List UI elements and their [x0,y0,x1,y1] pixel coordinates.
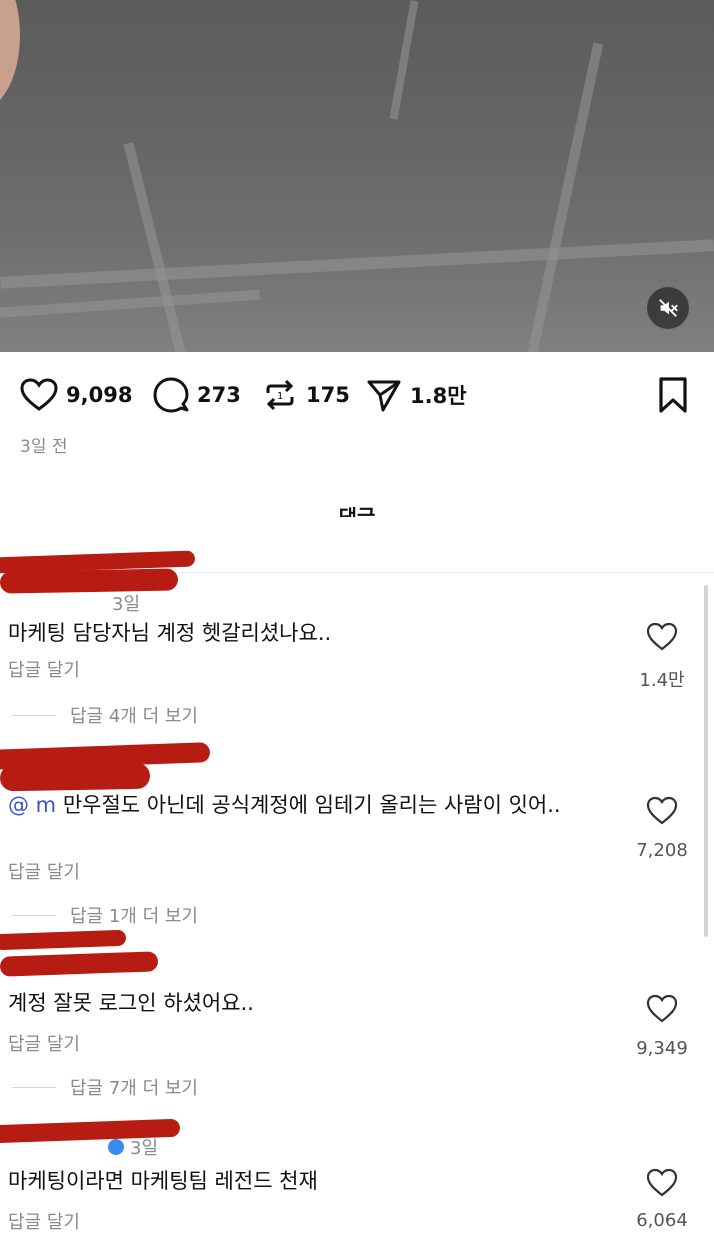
like-count: 9,098 [66,383,133,407]
comment-like-count: 6,064 [636,1210,688,1231]
redaction-mark [0,762,151,792]
comment-item: @ m 만우절도 아닌데 공식계정에 임테기 올리는 사람이 잇어.. 답글 달… [0,740,714,940]
comment-like-heart-icon[interactable] [646,796,678,826]
comment-like-heart-icon[interactable] [646,1168,678,1198]
comment-like-count: 7,208 [636,840,688,861]
comment-item: 3일 마케팅 담당자님 계정 헷갈리셨나요.. 답글 달기 답글 4개 더 보기… [0,548,714,738]
reply-button[interactable]: 답글 달기 [8,1030,80,1056]
reply-button[interactable]: 답글 달기 [8,858,80,884]
redaction-mark [0,568,179,594]
tile-grout [389,0,419,120]
comment-text: 마케팅이라면 마케팅팀 레전드 천재 [8,1169,318,1193]
comment-count: 273 [197,383,241,407]
reply-button[interactable]: 답글 달기 [8,1208,80,1234]
save-button[interactable] [656,368,690,422]
repost-button[interactable]: 1 175 [262,368,350,422]
tile-grout [0,289,260,321]
speaker-muted-icon [659,299,678,317]
comment-button[interactable]: 273 [153,368,241,422]
comment-text-body: 만우절도 아닌데 공식계정에 임테기 올리는 사람이 잇어.. [56,793,561,817]
comment-text: @ m 만우절도 아닌데 공식계정에 임테기 올리는 사람이 잇어.. [8,790,620,820]
comment-like-heart-icon[interactable] [646,622,678,652]
post-video[interactable] [0,0,714,352]
share-count: 1.8만 [410,384,467,408]
bookmark-icon [659,377,687,413]
tile-grout [0,239,714,289]
comment-item: 계정 잘못 로그인 하셨어요.. 답글 달기 답글 7개 더 보기 9,349 [0,928,714,1108]
view-replies-button[interactable]: 답글 1개 더 보기 [12,902,198,928]
comment-item: 3일 마케팅이라면 마케팅팀 레전드 천재 답글 달기 6,064 [0,1118,714,1237]
repost-icon: 1 [266,379,294,411]
finger-image [0,0,20,110]
divider [12,1086,56,1088]
tile-grout [123,142,187,352]
svg-text:1: 1 [277,391,283,402]
tile-grout [526,42,604,352]
scrollbar[interactable] [704,585,708,937]
like-button[interactable]: 9,098 [20,368,132,422]
mention-link[interactable]: @ m [8,793,56,817]
comment-text: 계정 잘못 로그인 하셨어요.. [8,991,254,1015]
mute-button[interactable] [647,287,689,329]
comment-text: 마케팅 담당자님 계정 헷갈리셨나요.. [8,621,332,645]
view-replies-label: 답글 4개 더 보기 [70,706,198,727]
comment-like-count: 9,349 [636,1038,688,1059]
comment-time: 3일 [130,1138,159,1159]
view-replies-label: 답글 7개 더 보기 [70,1078,198,1099]
post-timestamp: 3일 전 [20,437,68,457]
redaction-mark [0,929,127,951]
comment-like-heart-icon[interactable] [646,994,678,1024]
divider [12,714,56,716]
share-button[interactable]: 1.8만 [366,368,467,422]
action-bar: 9,098 273 1 175 1.8만 [0,368,714,422]
send-icon [367,380,401,412]
comment-bubble-icon [153,377,189,413]
comment-meta: 3일 [108,1134,158,1160]
view-replies-button[interactable]: 답글 7개 더 보기 [12,1074,198,1100]
view-replies-label: 답글 1개 더 보기 [70,906,198,927]
view-replies-button[interactable]: 답글 4개 더 보기 [12,702,198,728]
comments-section-title: 댓글 [338,505,376,517]
redaction-mark [0,951,159,977]
reply-button[interactable]: 답글 달기 [8,656,80,682]
divider [12,914,56,916]
heart-icon [20,378,58,411]
verified-badge-icon [108,1139,124,1155]
repost-count: 175 [306,383,350,407]
comment-like-count: 1.4만 [639,670,685,691]
comment-time: 3일 [112,594,141,615]
